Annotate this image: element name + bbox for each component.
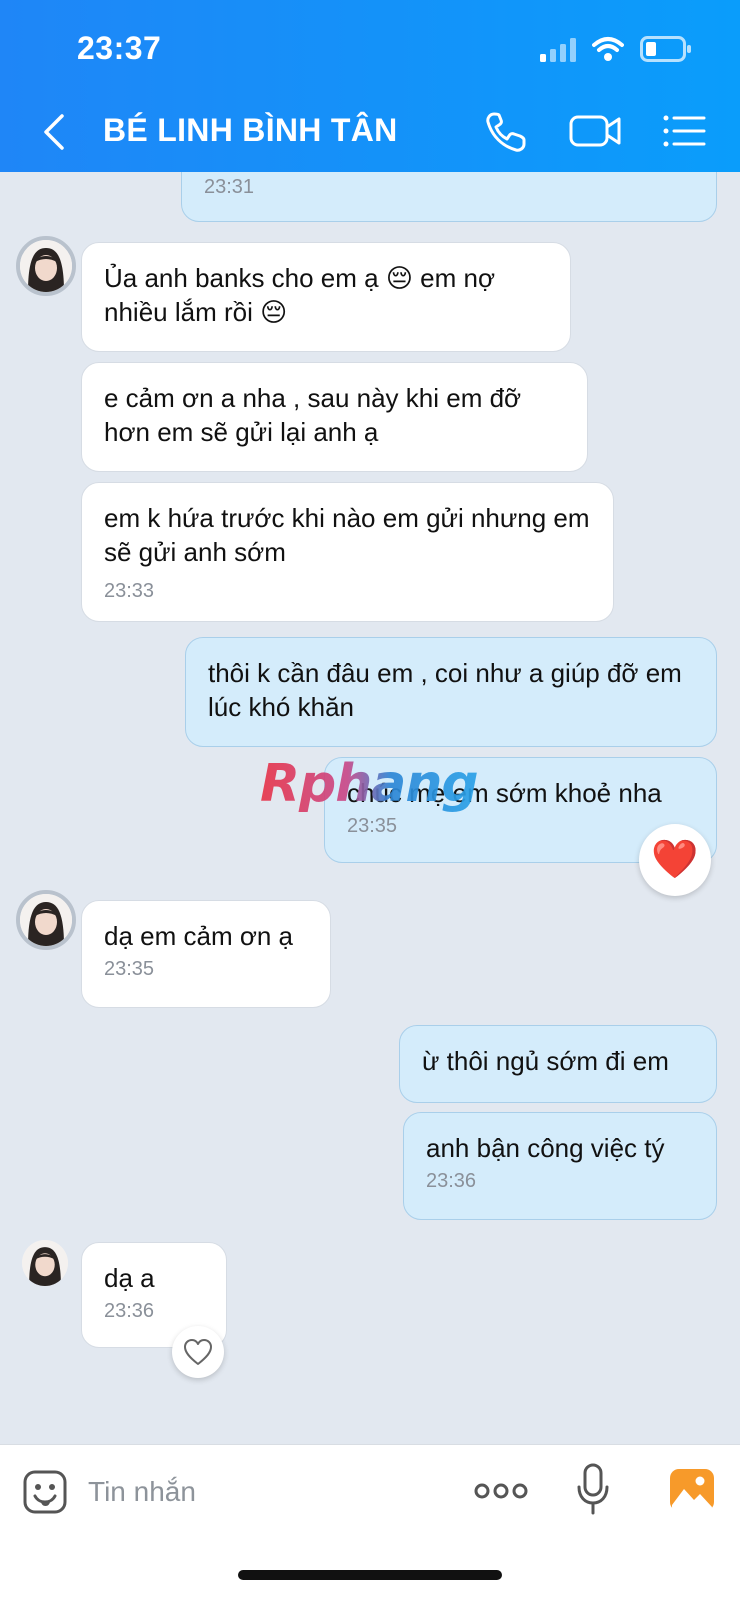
message-time: 23:36 — [426, 1170, 477, 1192]
contact-photo-icon — [22, 1240, 68, 1286]
avatar[interactable] — [16, 236, 76, 296]
message-composer — [0, 1444, 740, 1600]
message-text: em k hứa trước khi nào em gửi nhưng em s… — [104, 503, 590, 567]
watermark-logo: Rphang — [260, 754, 479, 814]
message-text: e cảm ơn a nha , sau này khi em đỡ hơn e… — [104, 383, 522, 447]
message-text: Ủa anh banks cho em ạ 😔 em nợ nhiều lắm … — [104, 263, 496, 327]
message-time: 23:33 — [104, 580, 155, 602]
message-text: thôi k cần đâu em , coi như a giúp đỡ em… — [208, 658, 682, 722]
message-bubble-outgoing[interactable]: 23:31 — [181, 172, 717, 222]
chat-header: 23:37 BÉ LINH BÌNH TÂN — [0, 0, 740, 172]
message-bubble-incoming[interactable]: Ủa anh banks cho em ạ 😔 em nợ nhiều lắm … — [81, 242, 571, 352]
phone-icon[interactable] — [482, 108, 532, 154]
avatar[interactable] — [22, 1240, 68, 1286]
message-bubble-outgoing[interactable]: thôi k cần đâu em , coi như a giúp đỡ em… — [185, 637, 717, 747]
message-list[interactable]: 23:31 Ủa anh banks cho em ạ 😔 em nợ nhiề… — [0, 172, 740, 1444]
microphone-icon[interactable] — [576, 1463, 610, 1515]
battery-icon — [640, 36, 691, 62]
wifi-icon — [592, 37, 624, 61]
list-menu-icon[interactable] — [660, 108, 710, 154]
chat-title[interactable]: BÉ LINH BÌNH TÂN — [103, 112, 398, 149]
contact-photo-icon — [20, 240, 72, 292]
message-bubble-incoming[interactable]: em k hứa trước khi nào em gửi nhưng em s… — [81, 482, 614, 622]
message-time: 23:36 — [104, 1300, 155, 1322]
message-bubble-outgoing[interactable]: ừ thôi ngủ sớm đi em — [399, 1025, 717, 1103]
message-text: ừ thôi ngủ sớm đi em — [422, 1046, 669, 1076]
message-text: dạ a — [104, 1263, 155, 1293]
message-time: 23:35 — [104, 958, 155, 980]
avatar[interactable] — [16, 890, 76, 950]
image-gallery-icon[interactable] — [668, 1467, 716, 1513]
cellular-signal-icon — [540, 38, 576, 62]
reaction-button[interactable] — [172, 1326, 224, 1378]
sticker-face-icon[interactable] — [22, 1469, 68, 1515]
heart-outline-icon — [184, 1339, 212, 1365]
heart-reaction-icon: ❤️ — [651, 839, 699, 881]
more-dots-icon[interactable] — [474, 1479, 528, 1503]
message-time: 23:31 — [204, 176, 255, 198]
video-camera-icon[interactable] — [568, 108, 624, 154]
message-bubble-incoming[interactable]: e cảm ơn a nha , sau này khi em đỡ hơn e… — [81, 362, 588, 472]
message-bubble-incoming[interactable]: dạ em cảm ơn ạ 23:35 — [81, 900, 331, 1008]
message-bubble-outgoing[interactable]: anh bận công việc tý 23:36 — [403, 1112, 717, 1220]
message-text: anh bận công việc tý — [426, 1133, 665, 1163]
status-time: 23:37 — [77, 30, 162, 66]
message-text: dạ em cảm ơn ạ — [104, 921, 294, 951]
chevron-left-icon[interactable] — [36, 110, 76, 154]
message-time: 23:35 — [347, 815, 398, 837]
message-input[interactable] — [88, 1467, 428, 1517]
reaction-badge[interactable]: ❤️ — [639, 824, 711, 896]
contact-photo-icon — [20, 894, 72, 946]
home-indicator — [238, 1570, 502, 1580]
